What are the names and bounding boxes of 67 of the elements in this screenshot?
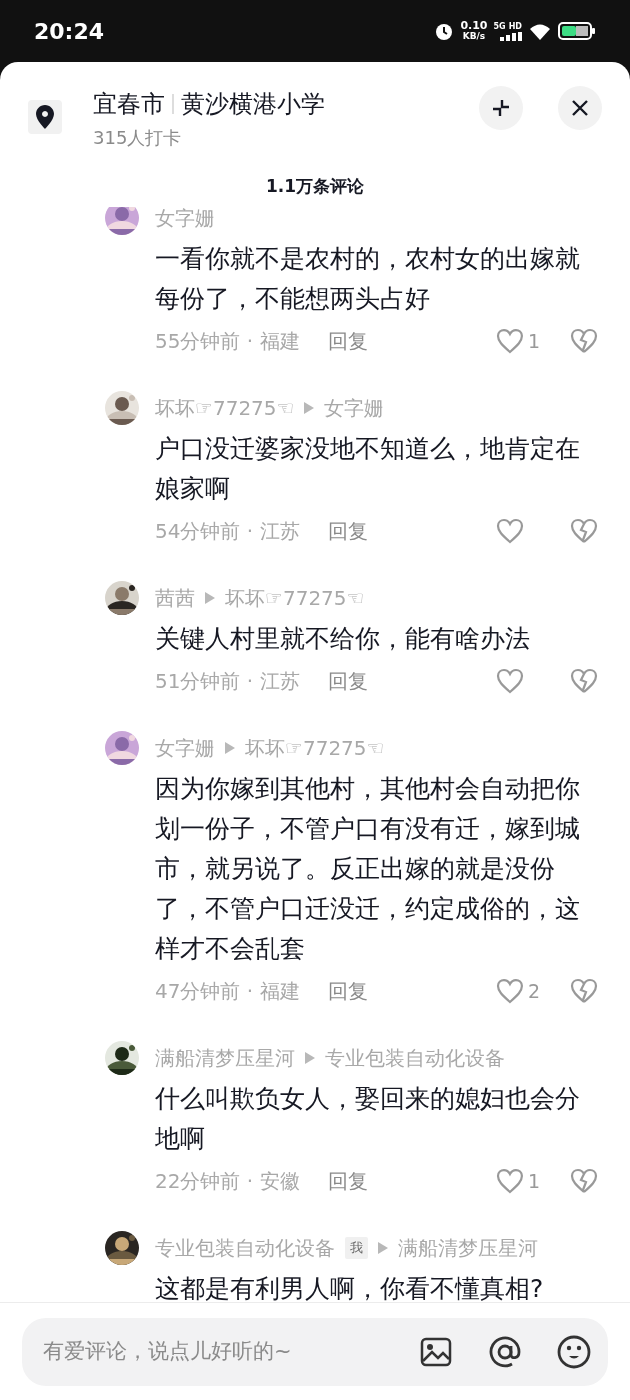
heart-icon <box>496 978 524 1004</box>
reply-link[interactable]: 回复 <box>327 1166 368 1196</box>
reply-arrow-icon <box>305 1052 315 1064</box>
username[interactable]: 女字姗 <box>155 207 215 233</box>
reply-link[interactable]: 回复 <box>327 326 368 356</box>
close-icon <box>571 99 589 117</box>
username[interactable]: 坏坏☞77275☜ <box>245 733 385 763</box>
comment-text: 户口没迁婆家没地不知道么，地肯定在娘家啊 <box>155 433 581 505</box>
close-button[interactable] <box>558 86 602 130</box>
collapse-button[interactable] <box>479 86 523 130</box>
signal-icon <box>500 31 522 41</box>
author-badge: 我 <box>345 1237 368 1259</box>
comment-text: 这都是有利男人啊，你看不懂真相? <box>155 1273 545 1302</box>
comment-input[interactable]: 有爱评论，说点儿好听的~ <box>43 1336 412 1368</box>
place-name: 黄沙横港小学 <box>181 89 325 120</box>
net-unit: KB/s <box>462 31 486 41</box>
reply-link[interactable]: 回复 <box>327 516 368 546</box>
reply-arrow-icon <box>378 1242 388 1254</box>
comment-text: 什么叫欺负女人，娶回来的媳妇也会分地啊 <box>155 1083 581 1155</box>
username[interactable]: 女字姗 <box>155 733 215 763</box>
network-type: 5G <box>493 21 506 32</box>
broken-heart-icon[interactable] <box>570 668 598 694</box>
username[interactable]: 坏坏☞77275☜ <box>225 583 365 613</box>
comment-meta: 54分钟前 · 江苏 <box>155 518 300 545</box>
mention-icon[interactable] <box>488 1335 522 1369</box>
username[interactable]: 满船清梦压星河 <box>398 1233 538 1263</box>
username[interactable]: 女字姗 <box>324 393 385 423</box>
heart-icon <box>496 328 524 354</box>
username[interactable]: 满船清梦压星河 <box>155 1043 295 1073</box>
like-button[interactable]: 2 <box>496 976 540 1006</box>
comment-meta: 51分钟前 · 江苏 <box>155 668 300 695</box>
broken-heart-icon[interactable] <box>570 328 598 354</box>
like-button[interactable]: 1 <box>496 1166 540 1196</box>
comment-field[interactable]: 有爱评论，说点儿好听的~ <box>22 1318 608 1386</box>
emoji-icon[interactable] <box>556 1334 592 1370</box>
battery-icon <box>558 22 596 40</box>
net-speed: 0.10 <box>460 21 488 31</box>
broken-heart-icon[interactable] <box>570 518 598 544</box>
heart-icon <box>496 668 524 694</box>
comment-meta: 22分钟前 · 安徽 <box>155 1168 300 1195</box>
clock: 20:24 <box>34 17 105 46</box>
alarm-icon <box>434 21 455 41</box>
reply-arrow-icon <box>225 742 235 754</box>
reply-arrow-icon <box>304 402 315 414</box>
image-icon[interactable] <box>420 1337 452 1367</box>
broken-heart-icon[interactable] <box>570 1168 598 1194</box>
comment-text: 关键人村里就不给你，能有啥办法 <box>155 623 531 655</box>
username[interactable]: 坏坏☞77275☜ <box>155 393 295 423</box>
comment-text: 一看你就不是农村的，农村女的出嫁就每份了，不能想两头占好 <box>155 243 581 315</box>
comment-meta: 55分钟前 · 福建 <box>155 328 300 355</box>
checkin-count: 315人打卡 <box>93 126 183 150</box>
reply-arrow-icon <box>205 592 215 604</box>
username[interactable]: 茜茜 <box>155 583 195 613</box>
reply-link[interactable]: 回复 <box>327 666 368 696</box>
network-label: HD <box>508 21 522 32</box>
broken-heart-icon[interactable] <box>570 978 598 1004</box>
username[interactable]: 专业包装自动化设备 <box>155 1233 335 1263</box>
like-button[interactable]: 1 <box>496 326 540 356</box>
comment-count: 1.1万条评论 <box>265 175 365 198</box>
heart-icon <box>496 1168 524 1194</box>
heart-icon <box>496 518 524 544</box>
username[interactable]: 专业包装自动化设备 <box>325 1043 505 1073</box>
comment-meta: 47分钟前 · 福建 <box>155 978 300 1005</box>
city-name: 宜春市 <box>93 89 165 120</box>
reply-link[interactable]: 回复 <box>327 976 368 1006</box>
comment-text: 因为你嫁到其他村，其他村会自动把你划一份子，不管户口有没有迁，嫁到城市，就另说了。反正出嫁的就是没份了，不管户口迁没迁，约定成俗的，这样才不会乱套 <box>155 773 581 965</box>
location-pin-icon <box>36 105 54 129</box>
